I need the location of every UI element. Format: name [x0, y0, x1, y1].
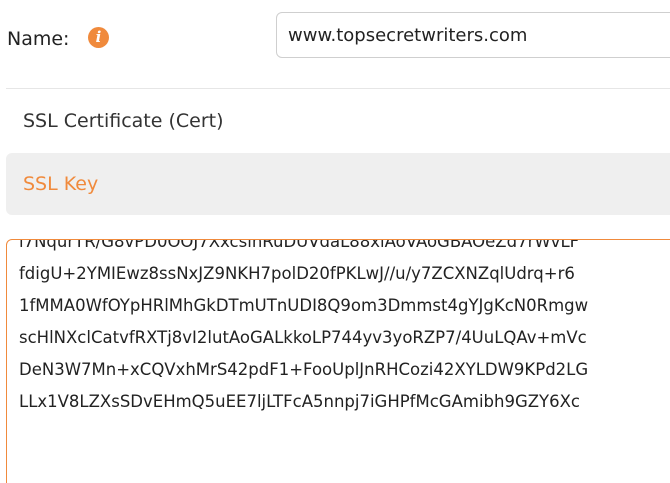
ssl-key-line: i7NqurTR/G8vPD0OOJ7XxcsihRuDUVdaL88xlAoV…: [19, 239, 580, 251]
ssl-settings-page: Name: i SSL Certificate (Cert) SSL Key i…: [0, 0, 670, 483]
tab-ssl-certificate[interactable]: SSL Certificate (Cert): [6, 90, 670, 152]
ssl-key-line: DeN3W7Mn+xCQVxhMrS42pdF1+FooUplJnRHCozi4…: [19, 360, 589, 379]
tab-ssl-certificate-label: SSL Certificate (Cert): [23, 110, 224, 132]
tab-ssl-key[interactable]: SSL Key: [6, 153, 670, 215]
ssl-key-line: 1fMMA0WfOYpHRlMhGkDTmUTnUDI8Q9om3Dmmst4g…: [19, 296, 589, 315]
ssl-key-line: LLx1V8LZXsSDvEHmQ5uEE7ljLTFcA5nnpj7iGHPf…: [19, 392, 580, 411]
name-row: Name: i: [0, 12, 670, 64]
name-input[interactable]: [276, 12, 670, 58]
name-label: Name:: [7, 28, 70, 50]
ssl-key-textarea[interactable]: i7NqurTR/G8vPD0OOJ7XxcsihRuDUVdaL88xlAoV…: [6, 239, 670, 483]
ssl-key-line: fdigU+2YMIEwz8ssNxJZ9NKH7polD20fPKLwJ//u…: [19, 264, 575, 283]
divider: [6, 88, 670, 89]
tab-ssl-key-label: SSL Key: [23, 173, 99, 195]
info-icon[interactable]: i: [88, 27, 109, 48]
ssl-key-line: scHlNXclCatvfRXTj8vI2lutAoGALkkoLP744yv3…: [19, 328, 587, 347]
ssl-key-text: i7NqurTR/G8vPD0OOJ7XxcsihRuDUVdaL88xlAoV…: [19, 239, 589, 418]
